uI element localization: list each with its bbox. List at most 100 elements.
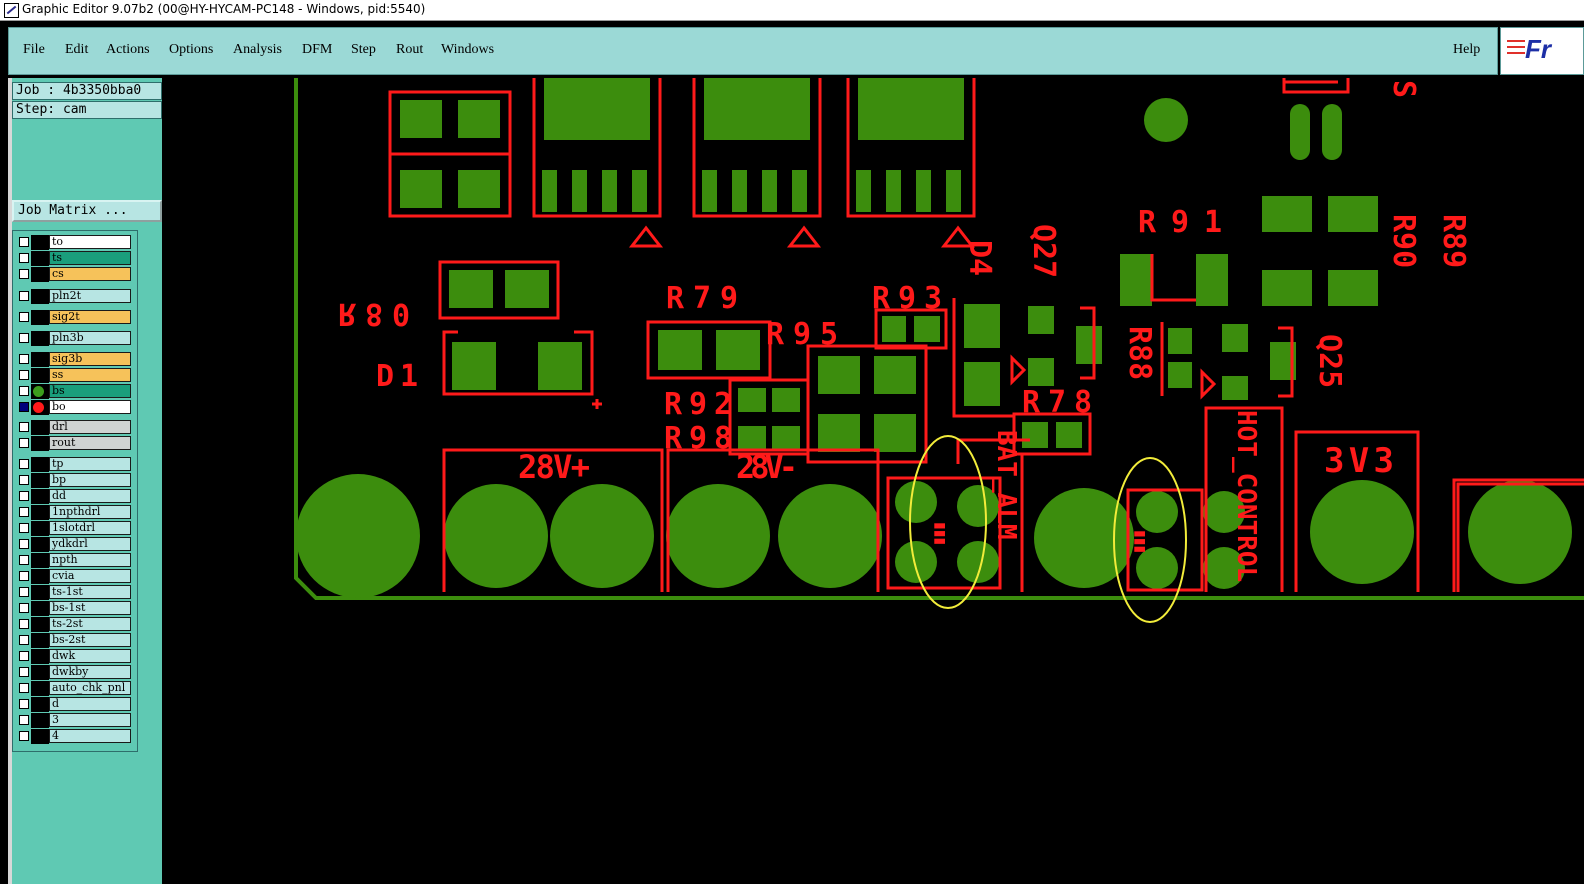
layer-color-slot[interactable] [31,489,49,504]
layer-name[interactable]: bo [49,400,131,414]
layer-row-3[interactable]: 3 [17,713,135,728]
layer-checkbox[interactable] [19,333,29,343]
graphic-canvas[interactable]: R80 D1 R79 R93 R95 R92 R98 R91 R78 28V+ … [162,78,1584,884]
layer-color-slot[interactable] [31,505,49,520]
layer-color-slot[interactable] [31,420,49,435]
layer-checkbox[interactable] [19,555,29,565]
layer-checkbox[interactable] [19,402,29,412]
layer-row-bo[interactable]: bo [17,400,135,415]
layer-row-dd[interactable]: dd [17,489,135,504]
layer-row-rout[interactable]: rout [17,436,135,451]
layer-row-sig3b[interactable]: sig3b [17,352,135,367]
layer-color-slot[interactable] [31,665,49,680]
layer-color-slot[interactable] [31,601,49,616]
layer-name[interactable]: dd [49,489,131,503]
layer-row-cvia[interactable]: cvia [17,569,135,584]
layer-color-slot[interactable] [31,617,49,632]
layer-row-drl[interactable]: drl [17,420,135,435]
menu-file[interactable]: File [23,42,45,58]
layer-checkbox[interactable] [19,731,29,741]
layer-color-slot[interactable] [31,697,49,712]
layer-checkbox[interactable] [19,523,29,533]
layer-checkbox[interactable] [19,699,29,709]
layer-checkbox[interactable] [19,354,29,364]
layer-color-slot[interactable] [31,235,49,250]
layer-row-bs-1st[interactable]: bs-1st [17,601,135,616]
layer-name[interactable]: bs [49,384,131,398]
layer-row-sig2t[interactable]: sig2t [17,310,135,325]
layer-name[interactable]: 4 [49,729,131,743]
layer-color-slot[interactable] [31,681,49,696]
layer-color-slot[interactable] [31,331,49,346]
layer-row-tp[interactable]: tp [17,457,135,472]
layer-name[interactable]: sig2t [49,310,131,324]
layer-name[interactable]: bs-1st [49,601,131,615]
layer-name[interactable]: ydkdrl [49,537,131,551]
layer-color-slot[interactable] [31,267,49,282]
layer-checkbox[interactable] [19,603,29,613]
layer-name[interactable]: 1slotdrl [49,521,131,535]
layer-checkbox[interactable] [19,667,29,677]
layer-row-cs[interactable]: cs [17,267,135,282]
layer-color-slot[interactable] [31,521,49,536]
layer-checkbox[interactable] [19,571,29,581]
menu-windows[interactable]: Windows [441,42,494,58]
menu-edit[interactable]: Edit [65,42,88,58]
layer-checkbox[interactable] [19,683,29,693]
layer-checkbox[interactable] [19,539,29,549]
layer-checkbox[interactable] [19,475,29,485]
layer-checkbox[interactable] [19,253,29,263]
layer-checkbox[interactable] [19,269,29,279]
layer-name[interactable]: ts-2st [49,617,131,631]
layer-checkbox[interactable] [19,237,29,247]
layer-checkbox[interactable] [19,422,29,432]
job-matrix-button[interactable]: Job Matrix ... [12,200,162,222]
layer-color-slot[interactable] [31,713,49,728]
layer-checkbox[interactable] [19,507,29,517]
menu-analysis[interactable]: Analysis [233,42,282,58]
layer-name[interactable]: ss [49,368,131,382]
layer-name[interactable]: rout [49,436,131,450]
layer-row-npth[interactable]: npth [17,553,135,568]
layer-row-pln3b[interactable]: pln3b [17,331,135,346]
layer-name[interactable]: 3 [49,713,131,727]
layer-name[interactable]: sig3b [49,352,131,366]
layer-color-slot[interactable] [31,289,49,304]
layer-row-ts-2st[interactable]: ts-2st [17,617,135,632]
layer-row-bp[interactable]: bp [17,473,135,488]
layer-name[interactable]: drl [49,420,131,434]
layer-checkbox[interactable] [19,491,29,501]
layer-color-slot[interactable] [31,729,49,744]
layer-color-slot[interactable] [31,649,49,664]
layer-name[interactable]: pln2t [49,289,131,303]
menu-actions[interactable]: Actions [106,42,150,58]
layer-checkbox[interactable] [19,312,29,322]
layer-checkbox[interactable] [19,635,29,645]
layer-row-bs-2st[interactable]: bs-2st [17,633,135,648]
layer-color-slot[interactable] [31,569,49,584]
layer-color-slot[interactable] [31,585,49,600]
layer-name[interactable]: npth [49,553,131,567]
layer-name[interactable]: pln3b [49,331,131,345]
layer-checkbox[interactable] [19,386,29,396]
layer-row-1slotdrl[interactable]: 1slotdrl [17,521,135,536]
menu-options[interactable]: Options [169,42,213,58]
layer-checkbox[interactable] [19,291,29,301]
layer-row-1npthdrl[interactable]: 1npthdrl [17,505,135,520]
layer-checkbox[interactable] [19,370,29,380]
layer-row-d[interactable]: d [17,697,135,712]
layer-name[interactable]: to [49,235,131,249]
menu-dfm[interactable]: DFM [302,42,332,58]
layer-name[interactable]: cvia [49,569,131,583]
layer-checkbox[interactable] [19,438,29,448]
layer-row-auto-chk-pnl[interactable]: auto_chk_pnl [17,681,135,696]
layer-row-bs[interactable]: bs [17,384,135,399]
layer-checkbox[interactable] [19,619,29,629]
layer-checkbox[interactable] [19,459,29,469]
layer-checkbox[interactable] [19,587,29,597]
layer-name[interactable]: cs [49,267,131,281]
menu-rout[interactable]: Rout [396,42,423,58]
layer-color-slot[interactable] [31,436,49,451]
layer-name[interactable]: ts [49,251,131,265]
layer-color-slot[interactable] [31,537,49,552]
